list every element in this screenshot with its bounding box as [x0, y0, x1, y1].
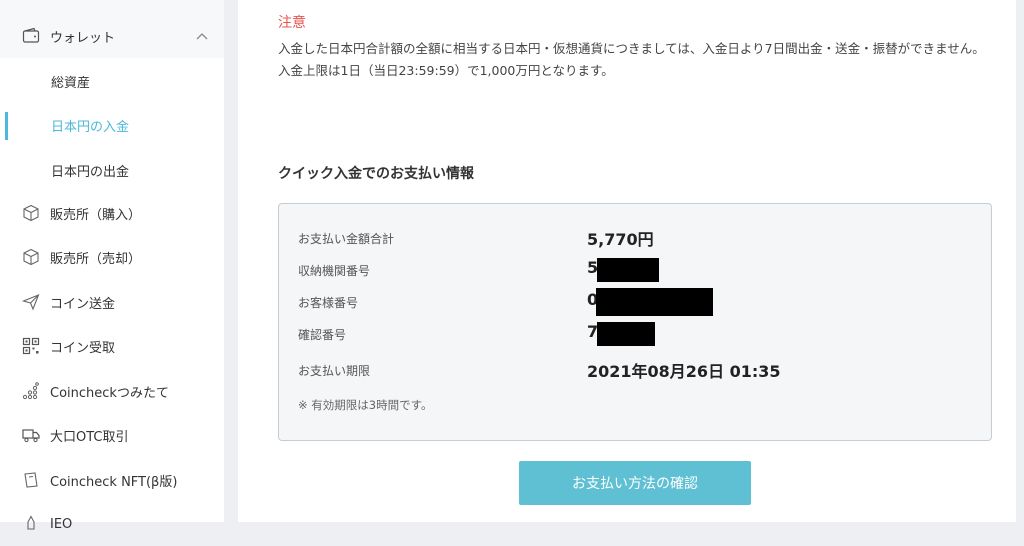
rocket-icon: [22, 515, 40, 533]
cube-icon: [22, 204, 40, 222]
truck-icon: [22, 426, 40, 444]
sidebar-top-edge: [0, 0, 224, 14]
sidebar-subitem-label: 日本円の出金: [51, 165, 130, 180]
row-label: お支払い期限: [298, 364, 371, 378]
wallet-icon: [22, 27, 40, 45]
payment-row-customer-number: お客様番号 0: [298, 288, 978, 316]
redaction-bar: [597, 322, 655, 346]
sidebar-subitem-jpy-deposit[interactable]: 日本円の入金: [0, 102, 224, 146]
sidebar-item-label: Coincheckつみたて: [50, 385, 169, 401]
row-label: お客様番号: [298, 296, 359, 310]
row-label: 確認番号: [298, 328, 347, 342]
sidebar-item-tsumitate[interactable]: Coincheckつみたて: [0, 369, 224, 413]
row-label: お支払い金額合計: [298, 232, 395, 246]
notice-line: 入金した日本円合計額の全額に相当する日本円・仮想通貨につきましては、入金日より7…: [278, 41, 985, 56]
sidebar-subitem-jpy-withdraw[interactable]: 日本円の出金: [0, 147, 224, 191]
coin-stack-icon: [22, 382, 40, 400]
notice-text: 入金した日本円合計額の全額に相当する日本円・仮想通貨につきましては、入金日より7…: [278, 38, 998, 82]
sidebar-item-label: Coincheck NFT(β版): [50, 474, 178, 490]
sidebar-item-wallet[interactable]: ウォレット: [0, 14, 224, 58]
sidebar-item-otc[interactable]: 大口OTC取引: [0, 413, 224, 457]
paper-plane-icon: [22, 293, 40, 311]
sidebar-item-receive[interactable]: コイン受取: [0, 324, 224, 368]
sidebar-item-label: 販売所（購入）: [50, 207, 142, 223]
payment-row-confirm-number: 確認番号 7: [298, 322, 978, 346]
sidebar-item-label: IEO: [50, 516, 73, 532]
confirm-payment-method-button[interactable]: お支払い方法の確認: [519, 461, 751, 505]
sidebar-subitem-total-assets[interactable]: 総資産: [0, 58, 224, 102]
redaction-bar: [597, 258, 659, 282]
notice-title: 注意: [278, 15, 306, 31]
notice-line: 入金上限は1日（当日23:59:59）で1,000万円となります。: [278, 63, 614, 78]
sidebar-item-label: コイン受取: [50, 340, 116, 356]
payment-row-agency-number: 収納機関番号 5: [298, 258, 978, 282]
section-title: クイック入金でのお支払い情報: [278, 166, 474, 182]
main-content: 注意 入金した日本円合計額の全額に相当する日本円・仮想通貨につきましては、入金日…: [238, 0, 1016, 522]
redaction-bar: [596, 288, 713, 316]
payment-info-panel: お支払い金額合計 5,770円 収納機関番号 5 お客様番号 0 確認番号 7 …: [278, 203, 992, 441]
sidebar-item-ieo[interactable]: IEO: [0, 502, 224, 546]
payment-row-deadline: お支払い期限 2021年08月26日 01:35: [298, 358, 978, 382]
row-value: 2021年08月26日 01:35: [587, 362, 781, 381]
payment-row-amount: お支払い金額合計 5,770円: [298, 226, 978, 250]
cube-icon: [22, 248, 40, 266]
sidebar-item-sell[interactable]: 販売所（売却）: [0, 235, 224, 279]
sidebar-subitem-label: 日本円の入金: [51, 120, 130, 135]
sidebar: ウォレット 総資産 日本円の入金 日本円の出金 販売所（購入） 販売所（売却） …: [0, 0, 224, 532]
sidebar-item-label: コイン送金: [50, 296, 116, 312]
sidebar-subitem-label: 総資産: [51, 76, 91, 91]
sidebar-item-label: 大口OTC取引: [50, 429, 129, 445]
chevron-up-icon[interactable]: [196, 32, 208, 40]
row-value: 5,770円: [587, 230, 654, 249]
sidebar-item-buy[interactable]: 販売所（購入）: [0, 191, 224, 235]
sidebar-item-label: 販売所（売却）: [50, 251, 142, 267]
row-label: 収納機関番号: [298, 264, 371, 278]
sidebar-item-nft[interactable]: Coincheck NFT(β版): [0, 458, 224, 502]
sidebar-item-send[interactable]: コイン送金: [0, 280, 224, 324]
qr-code-icon: [22, 337, 40, 355]
validity-note: ※ 有効期限は3時間です。: [298, 398, 433, 412]
nft-icon: [22, 471, 40, 489]
sidebar-item-label: ウォレット: [50, 30, 116, 46]
